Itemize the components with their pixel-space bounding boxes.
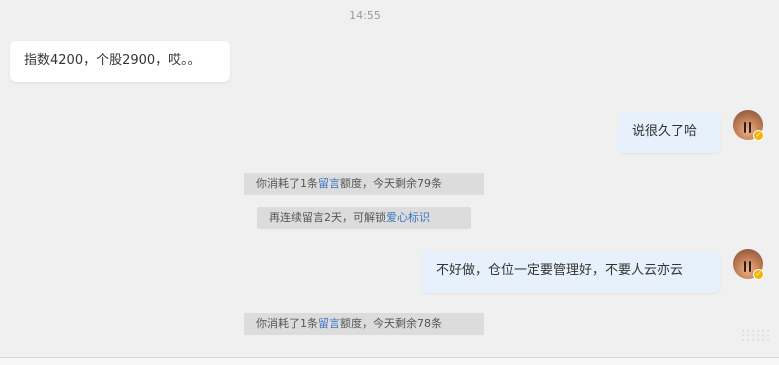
notice-text: 再连续留言2天，可解锁 [269,211,386,224]
message-timestamp: 14:55 [349,9,381,22]
message-quota-link[interactable]: 留言 [318,317,340,330]
notice-text: 额度，今天剩余79条 [340,177,442,190]
watermark-icon: ⫶⫶⫶⫶⫶⫶ [740,327,771,346]
message-text: 指数4200，个股2900，哎。。 [24,53,201,68]
avatar-figure [744,261,746,272]
outgoing-message-bubble[interactable]: 不好做，仓位一定要管理好，不要人云亦云 [422,251,720,293]
message-text: 不好做，仓位一定要管理好，不要人云亦云 [436,263,684,278]
input-bar-edge [0,357,779,365]
notice-text: 你消耗了1条 [256,317,318,330]
system-notice: 再连续留言2天，可解锁爱心标识 [257,207,471,229]
incoming-message-bubble[interactable]: 指数4200，个股2900，哎。。 [10,41,230,82]
notice-text: 额度，今天剩余78条 [340,317,442,330]
user-avatar[interactable]: ✓ [733,110,764,141]
chat-area: 14:55 指数4200，个股2900，哎。。 说很久了哈 ✓ 你消耗了1条留言… [0,0,779,357]
verified-badge-icon: ✓ [753,130,764,141]
message-text: 说很久了哈 [632,124,698,139]
system-notice: 你消耗了1条留言额度，今天剩余79条 [244,173,484,195]
verified-badge-icon: ✓ [753,269,764,280]
system-notice: 你消耗了1条留言额度，今天剩余78条 [244,313,484,335]
avatar-figure [749,122,751,133]
heart-badge-link[interactable]: 爱心标识 [386,211,430,224]
outgoing-message-bubble[interactable]: 说很久了哈 [618,112,720,153]
avatar-figure [744,122,746,133]
notice-text: 你消耗了1条 [256,177,318,190]
user-avatar[interactable]: ✓ [733,249,764,280]
avatar-figure [749,261,751,272]
message-quota-link[interactable]: 留言 [318,177,340,190]
